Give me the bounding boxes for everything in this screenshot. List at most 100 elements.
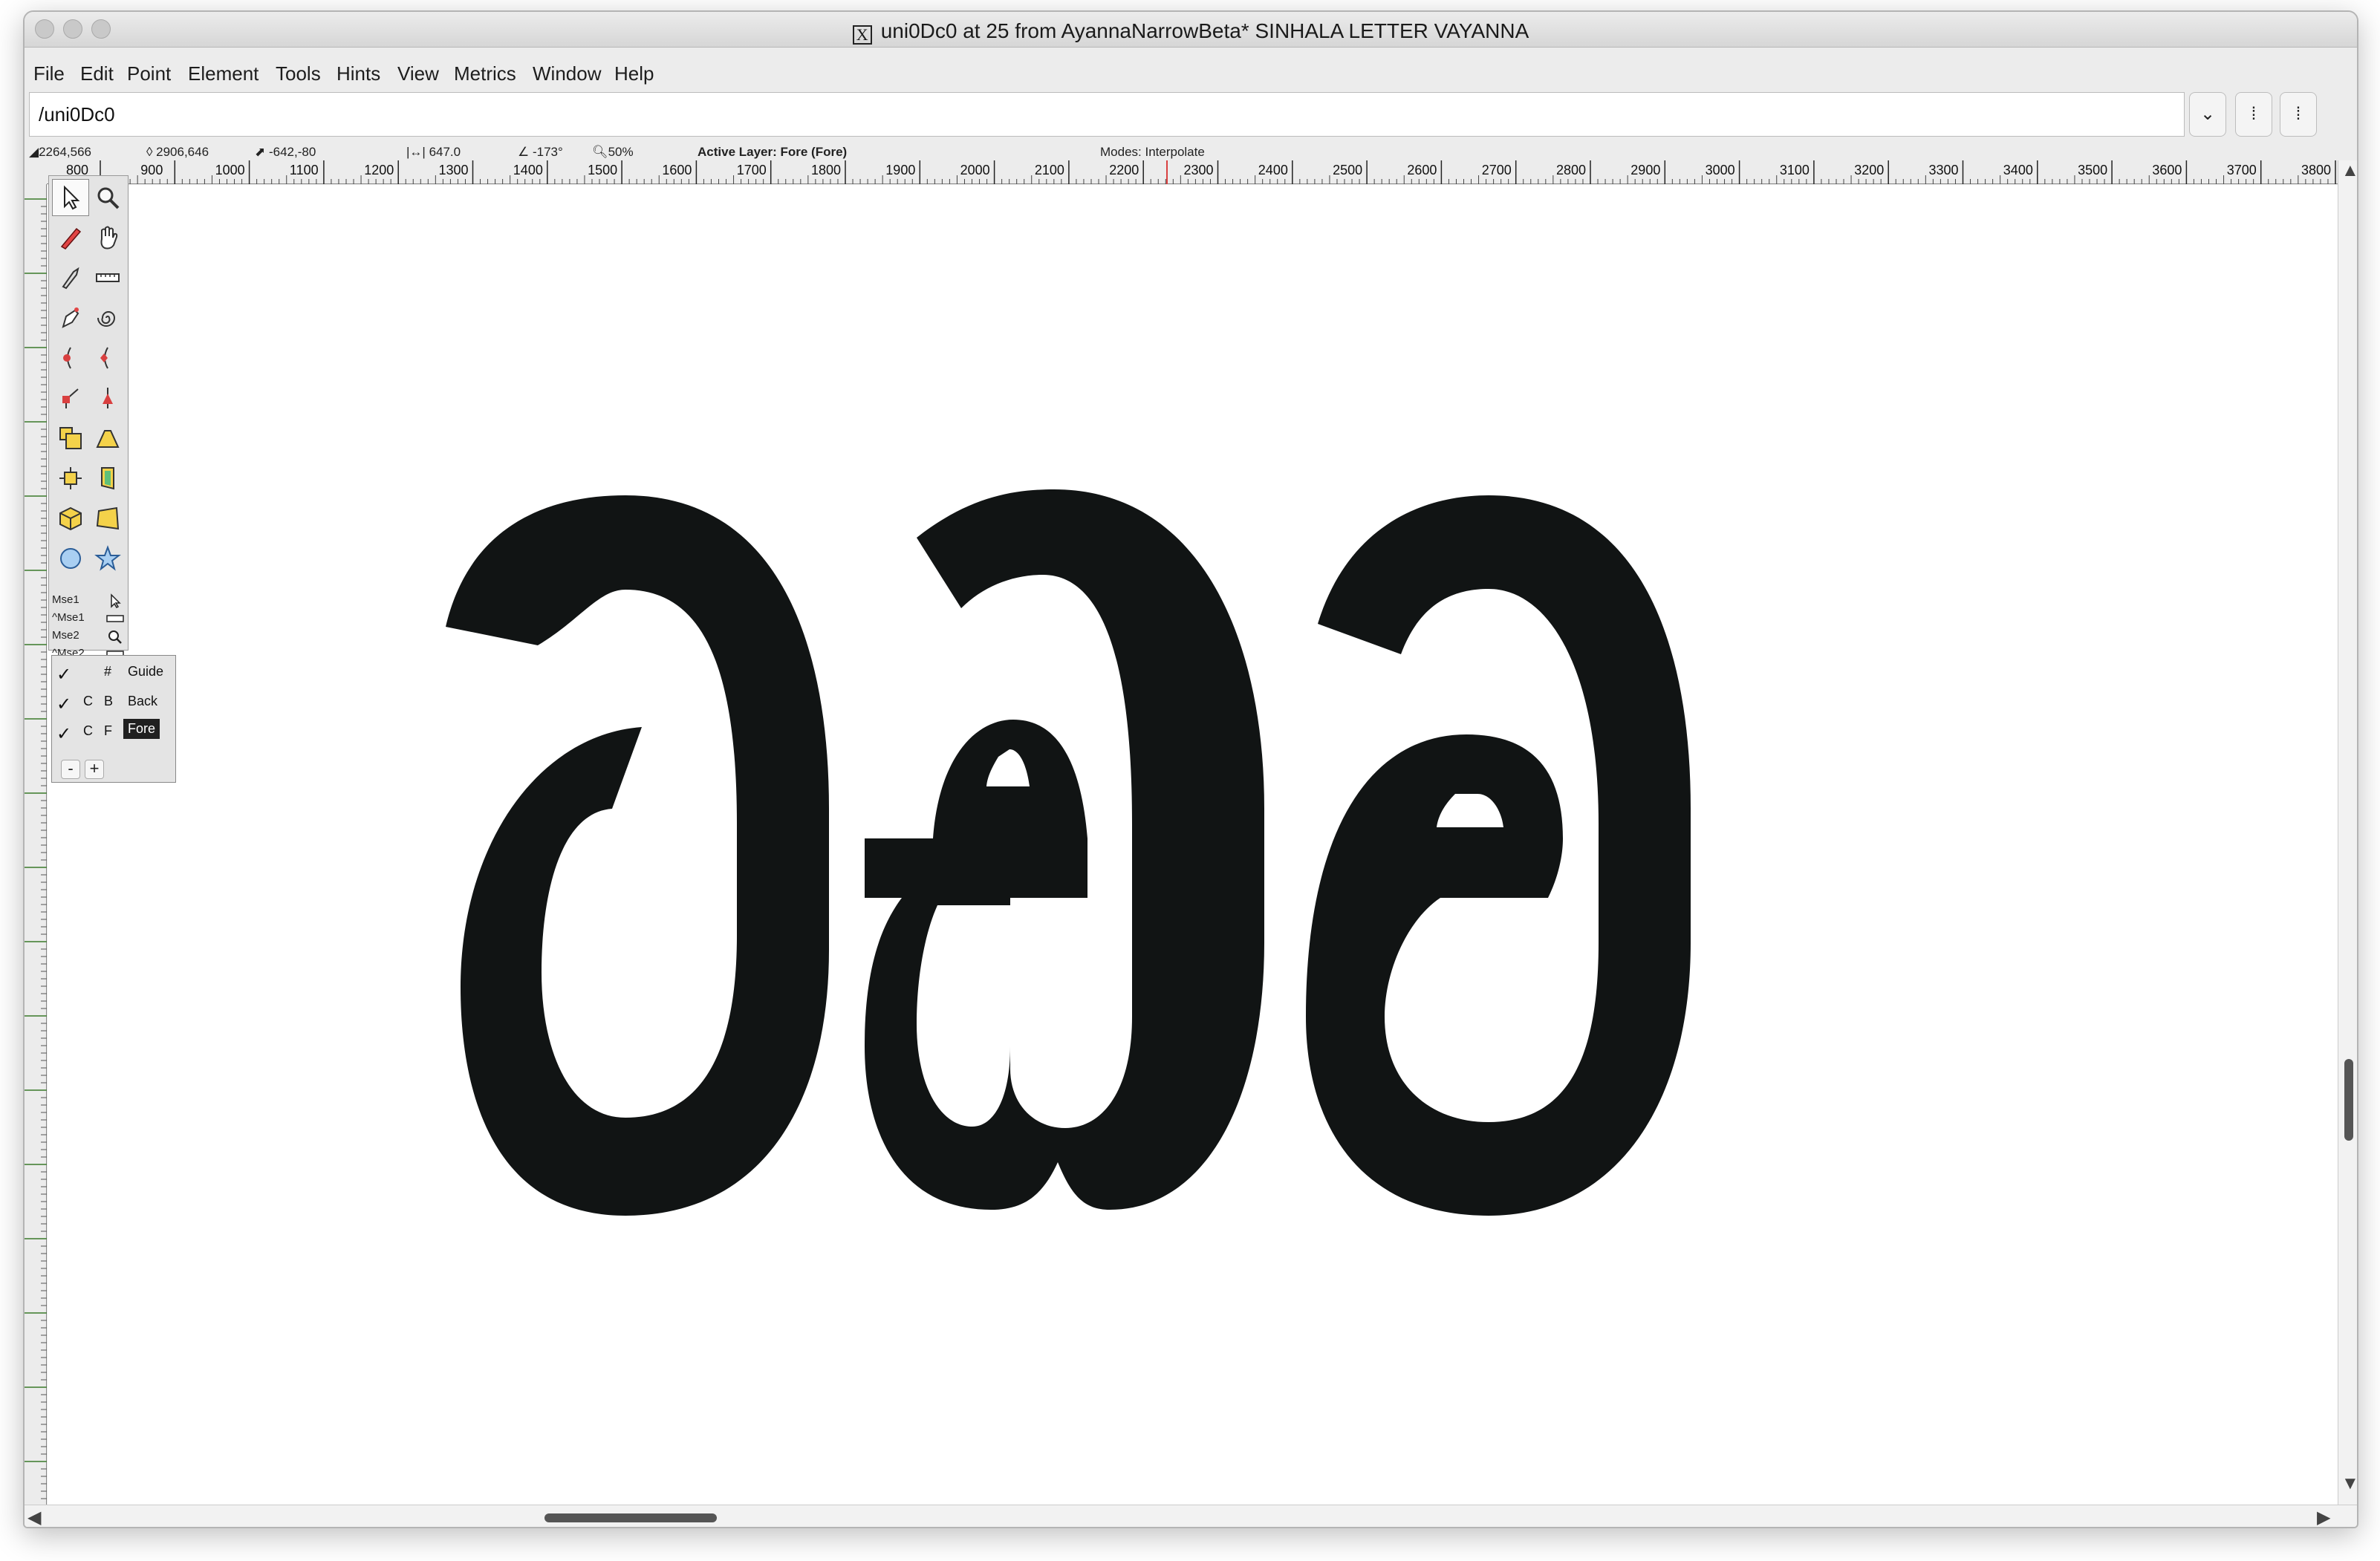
glyph-outline[interactable] <box>48 185 2338 1505</box>
ruler-tick-label: 2100 <box>1034 163 1064 177</box>
ruler-tick-label: 2500 <box>1333 163 1363 177</box>
horizontal-scrollbar[interactable]: ◀ ▶ <box>25 1505 2357 1527</box>
chevron-down-icon[interactable]: ⌄ <box>2189 92 2226 137</box>
ruler-tick-label: 3300 <box>1928 163 1959 177</box>
pointer-icon[interactable] <box>52 179 89 216</box>
ruler-tick-label: 1900 <box>885 163 916 177</box>
corner-point-icon[interactable] <box>52 379 89 417</box>
ruler-tick-label: 2700 <box>1481 163 1512 177</box>
vertical-ruler[interactable] <box>25 184 47 1505</box>
title-bar[interactable]: Xuni0Dc0 at 25 from AyannaNarrowBeta* SI… <box>25 12 2357 48</box>
menu-window[interactable]: Window <box>533 62 601 85</box>
cursor-position: ◢2264,566 <box>29 145 91 159</box>
ruler-tick-label: 3600 <box>2152 163 2182 177</box>
ruler-tick-label: 3000 <box>1705 163 1735 177</box>
scroll-left-arrow-icon[interactable]: ◀ <box>27 1507 41 1527</box>
fore-col2: F <box>104 723 112 738</box>
guide-col2: # <box>104 664 112 679</box>
previous-glyph-button[interactable]: ⁞ <box>2235 92 2272 137</box>
glyph-contour-middle <box>865 489 1264 1210</box>
guide-visible-checkbox[interactable]: ✓ <box>56 664 71 685</box>
ruler-tick-label: 3800 <box>2301 163 2332 177</box>
scroll-right-arrow-icon[interactable]: ▶ <box>2317 1507 2330 1527</box>
mouse2-magnify-icon <box>108 630 122 644</box>
3d-rotate-icon[interactable] <box>52 500 89 537</box>
fore-col1: C <box>83 723 93 738</box>
menu-tools[interactable]: Tools <box>276 62 321 85</box>
glyph-canvas[interactable] <box>48 185 2338 1505</box>
knife-icon[interactable] <box>52 259 89 296</box>
curve-point-icon[interactable] <box>52 339 89 377</box>
glyph-contour-left <box>446 495 829 1216</box>
glyph-contour-right <box>1306 495 1691 1216</box>
layer-row-back[interactable]: ✓ C B Back <box>52 687 175 715</box>
menu-point[interactable]: Point <box>127 62 171 85</box>
layer-row-guide[interactable]: ✓ # Guide <box>52 657 175 685</box>
ruler-tick-label: 1700 <box>736 163 767 177</box>
menu-element[interactable]: Element <box>188 62 259 85</box>
ruler-tick-label: 2200 <box>1109 163 1139 177</box>
back-layer-name[interactable]: Back <box>128 694 157 709</box>
ruler-tick-label: 1400 <box>513 163 543 177</box>
magnify-icon[interactable] <box>89 179 126 216</box>
ruler-tick-label: 3700 <box>2226 163 2257 177</box>
horizontal-scroll-thumb[interactable] <box>544 1513 717 1522</box>
pen-icon[interactable] <box>52 299 89 336</box>
vertical-scroll-thumb[interactable] <box>2344 1059 2353 1141</box>
vertical-scrollbar[interactable]: ▲ ▼ <box>2338 160 2357 1505</box>
menu-file[interactable]: File <box>33 62 65 85</box>
active-layer-label: Active Layer: Fore (Fore) <box>698 145 848 159</box>
back-col1: C <box>83 694 93 708</box>
ruler-tick-label: 2300 <box>1183 163 1214 177</box>
menu-metrics[interactable]: Metrics <box>454 62 516 85</box>
vertical-ruler-ticks <box>25 198 47 1499</box>
skew-icon[interactable] <box>89 460 126 497</box>
horizontal-ruler[interactable]: 800 900 1000 1100 1200 1300 1400 1500 1600 1700 18… <box>47 160 2338 184</box>
ctrl-mouse1-label: ^Mse1 <box>52 611 85 624</box>
next-glyph-button[interactable]: ⁞ <box>2280 92 2317 137</box>
angle-value: -173° <box>532 145 563 159</box>
ruler-icon[interactable] <box>89 259 126 296</box>
star-icon[interactable] <box>89 540 126 577</box>
scroll-hand-icon[interactable] <box>89 219 126 256</box>
add-layer-button[interactable]: + <box>85 760 104 779</box>
info-bar: ◢2264,566 ◊ 2906,646 ⬈ -642,-80 |↔| 647.… <box>25 143 2357 160</box>
point-position-value: 2906,646 <box>156 145 209 159</box>
tool-palette: Mse1 ^Mse1 Mse2 ^Mse2 <box>48 175 129 659</box>
hvcurve-point-icon[interactable] <box>89 339 126 377</box>
back-col2: B <box>104 694 114 708</box>
menu-help[interactable]: Help <box>614 62 654 85</box>
distance-readout: |↔| 647.0 <box>406 145 461 159</box>
glyph-name-input[interactable] <box>29 92 2185 137</box>
zoom-value: 50% <box>608 145 634 159</box>
flip-icon[interactable] <box>89 420 126 457</box>
menu-hints[interactable]: Hints <box>336 62 380 85</box>
spiro-icon[interactable] <box>89 299 126 336</box>
distance-value: 647.0 <box>429 145 461 159</box>
layers-palette: ✓ # Guide ✓ C B Back ✓ C F Fore - + <box>51 655 176 783</box>
menu-view[interactable]: View <box>397 62 439 85</box>
scale-icon[interactable] <box>52 420 89 457</box>
freehand-icon[interactable] <box>52 219 89 256</box>
delta-value: -642,-80 <box>268 145 316 159</box>
application-window: Xuni0Dc0 at 25 from AyannaNarrowBeta* SI… <box>23 10 2358 1528</box>
guide-layer-name[interactable]: Guide <box>128 664 163 680</box>
remove-layer-button[interactable]: - <box>61 760 80 779</box>
ruler-tick-label: 2400 <box>1258 163 1288 177</box>
scroll-up-arrow-icon[interactable]: ▲ <box>2341 160 2357 181</box>
menu-edit[interactable]: Edit <box>80 62 114 85</box>
menu-bar: File Edit Point Element Tools Hints View… <box>25 48 2357 88</box>
tangent-point-icon[interactable] <box>89 379 126 417</box>
ruler-tick-label: 900 <box>140 163 163 177</box>
perspective-icon[interactable] <box>89 500 126 537</box>
mouse1-label: Mse1 <box>52 593 79 606</box>
layer-row-fore[interactable]: ✓ C F Fore <box>52 717 175 745</box>
scroll-down-arrow-icon[interactable]: ▼ <box>2341 1473 2357 1494</box>
back-visible-checkbox[interactable]: ✓ <box>56 694 71 715</box>
fore-visible-checkbox[interactable]: ✓ <box>56 723 71 745</box>
fore-layer-name[interactable]: Fore <box>123 719 160 739</box>
ellipse-icon[interactable] <box>52 540 89 577</box>
zoom-readout: 🔍︎50% <box>592 145 634 159</box>
point-position: ◊ 2906,646 <box>146 145 209 159</box>
rotate-icon[interactable] <box>52 460 89 497</box>
